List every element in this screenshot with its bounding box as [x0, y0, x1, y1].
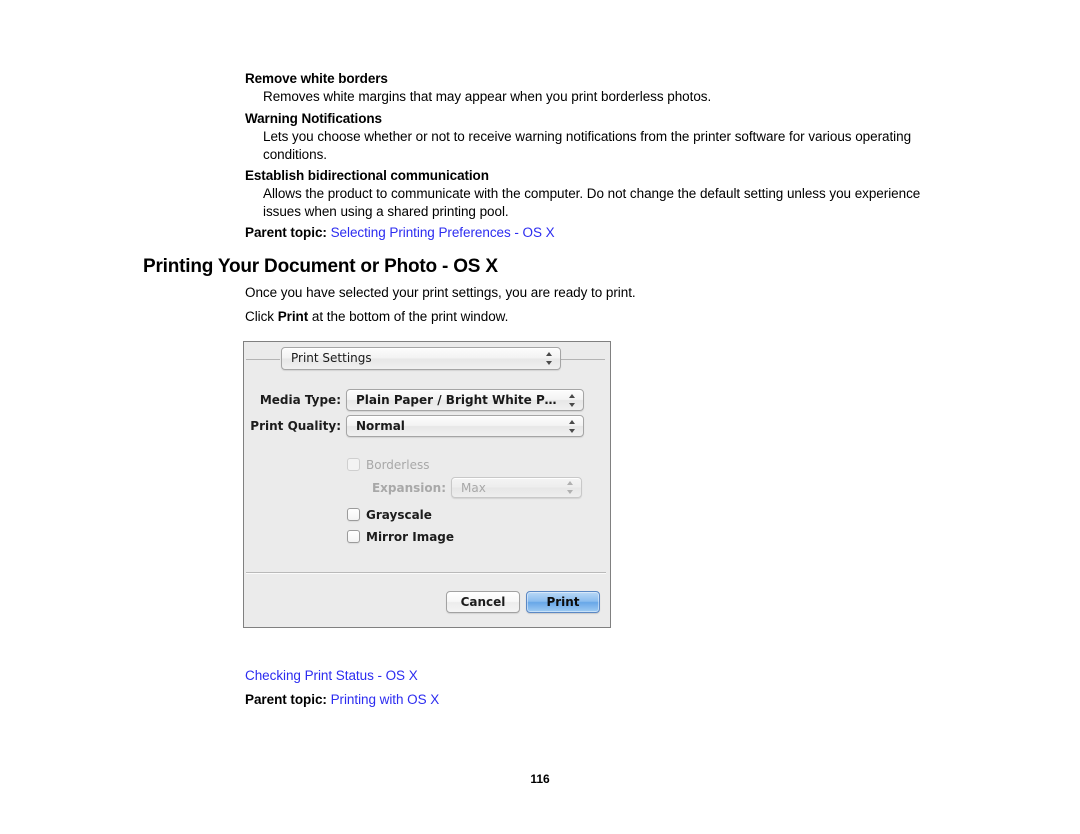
cancel-button[interactable]: Cancel [446, 591, 520, 613]
instruction-prefix: Click [245, 309, 278, 324]
group-separator-left [246, 359, 280, 360]
borderless-checkbox[interactable]: Borderless [347, 456, 429, 474]
glossary-term-warning-notifications: Warning Notifications [245, 111, 382, 126]
intro-paragraph: Once you have selected your print settin… [245, 285, 636, 300]
expansion-label: Expansion: [371, 481, 446, 495]
glossary-term-establish-bidirectional-communication: Establish bidirectional communication [245, 168, 489, 183]
print-settings-dialog-screenshot: Print Settings Media Type: Plain Paper /… [243, 341, 611, 628]
page-number: 116 [530, 772, 550, 786]
mirror-image-label: Mirror Image [366, 530, 455, 544]
borderless-label: Borderless [366, 458, 430, 472]
page-title: Printing Your Document or Photo - OS X [143, 256, 498, 277]
checkbox-icon [347, 530, 360, 543]
glossary-definition-remove-white-borders: Removes white margins that may appear wh… [263, 89, 712, 104]
expansion-dropdown[interactable]: Max [451, 477, 582, 498]
print-button[interactable]: Print [526, 591, 600, 613]
pane-popup-value: Print Settings [291, 351, 372, 365]
parent-topic-top-label: Parent topic: [245, 225, 327, 240]
grayscale-checkbox[interactable]: Grayscale [347, 506, 432, 524]
group-separator-right [561, 359, 605, 360]
parent-topic-bottom-label: Parent topic: [245, 692, 327, 707]
parent-topic-bottom-link[interactable]: Printing with OS X [331, 692, 440, 707]
pane-popup-print-settings[interactable]: Print Settings [281, 347, 561, 370]
updown-arrows-icon [546, 352, 553, 365]
glossary-definition-establish-bidirectional-communication: Allows the product to communicate with t… [263, 186, 921, 219]
glossary-term-remove-white-borders: Remove white borders [245, 71, 388, 86]
mirror-image-checkbox[interactable]: Mirror Image [347, 528, 454, 546]
instruction-bold-print: Print [277, 309, 309, 324]
updown-arrows-icon [569, 419, 576, 433]
footer-separator [246, 572, 606, 573]
print-quality-label: Print Quality: [250, 419, 341, 433]
parent-topic-top: Parent topic: Selecting Printing Prefere… [245, 225, 555, 240]
instruction-paragraph: Click Print at the bottom of the print w… [245, 309, 508, 324]
print-quality-value: Normal [356, 419, 405, 433]
grayscale-label: Grayscale [366, 508, 432, 522]
print-quality-dropdown[interactable]: Normal [346, 415, 584, 437]
updown-arrows-icon [569, 393, 576, 407]
media-type-label: Media Type: [259, 393, 341, 407]
checkbox-icon [347, 458, 360, 471]
related-topic-link[interactable]: Checking Print Status - OS X [245, 668, 418, 683]
glossary-definition-warning-notifications: Lets you choose whether or not to receiv… [263, 129, 912, 162]
expansion-value: Max [461, 481, 486, 495]
media-type-dropdown[interactable]: Plain Paper / Bright White Paper [346, 389, 584, 411]
media-type-value: Plain Paper / Bright White Paper [356, 393, 559, 407]
checkbox-icon [347, 508, 360, 521]
parent-topic-bottom: Parent topic: Printing with OS X [245, 692, 439, 707]
instruction-suffix: at the bottom of the print window. [308, 309, 509, 324]
updown-arrows-icon [567, 481, 574, 494]
parent-topic-top-link[interactable]: Selecting Printing Preferences - OS X [331, 225, 555, 240]
